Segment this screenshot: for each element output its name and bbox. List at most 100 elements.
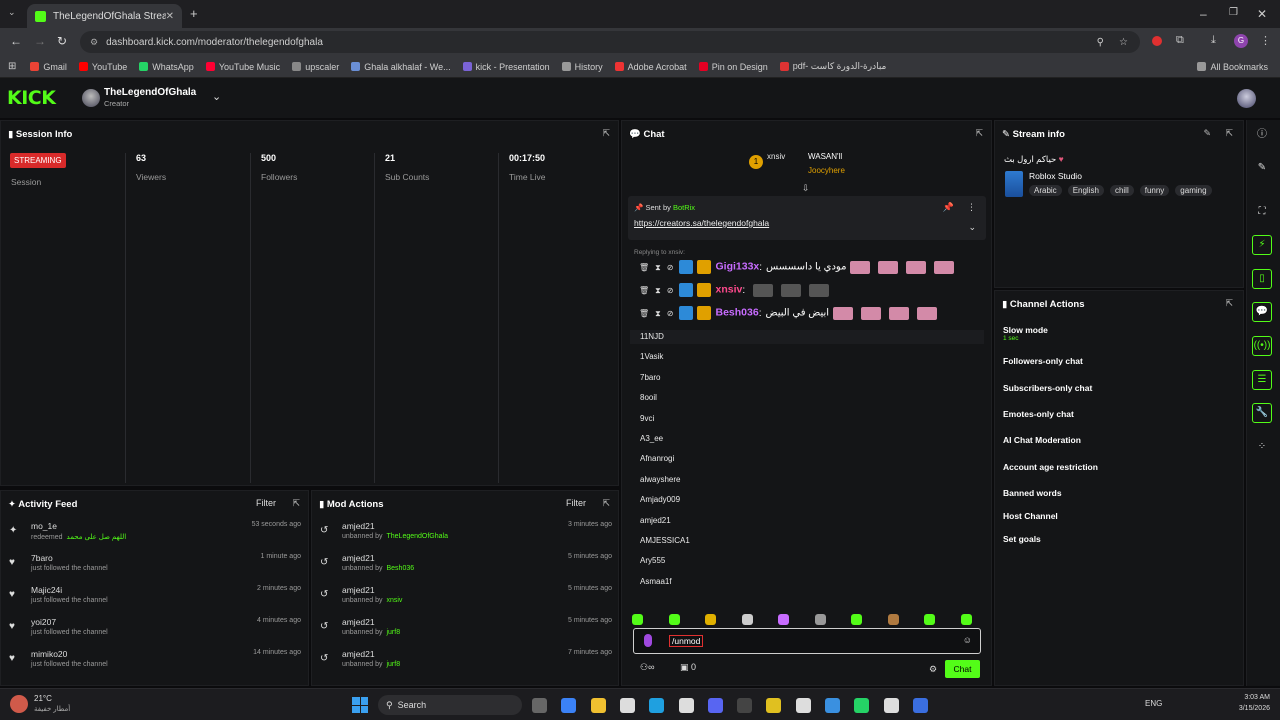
mention-suggestion[interactable]: alwayshere: [640, 473, 680, 487]
chat-username[interactable]: Gigi133x: [715, 261, 759, 273]
chat-message[interactable]: 🗑 ⧗ ⊘ Besh036: ابيض في البيض: [639, 306, 941, 324]
apps-grid-icon[interactable]: ⊞: [8, 61, 16, 72]
activity-item[interactable]: ♥ mimiko20 just followed the channel 14 min…: [9, 649, 301, 681]
popout-icon[interactable]: ⇱: [1225, 128, 1233, 139]
mention-suggestion[interactable]: 9vci: [640, 412, 654, 426]
whatsapp-icon[interactable]: [854, 698, 870, 713]
stream-category[interactable]: Roblox Studio: [1029, 171, 1082, 181]
stream-tag[interactable]: chill: [1109, 185, 1134, 196]
stream-tag[interactable]: gaming: [1175, 185, 1212, 196]
edit-pencil-icon[interactable]: ✎: [1203, 128, 1211, 139]
bookmark-item[interactable]: Ghala alkhalaf - We...: [351, 62, 451, 72]
mod-action-item[interactable]: ↺ amjed21 unbanned by jurf8 7 minutes ago: [320, 649, 612, 681]
phone-icon[interactable]: ▯: [1252, 269, 1272, 289]
fullscreen-icon[interactable]: ⛶: [1255, 205, 1269, 219]
chat-message[interactable]: 🗑 ⧗ ⊘ Gigi133x: مودي يا داسسسس: [639, 260, 958, 278]
expand-icon[interactable]: ⇩: [802, 183, 810, 194]
windows-start-icon[interactable]: [352, 697, 368, 713]
mention-suggestion[interactable]: 11NJD: [630, 330, 984, 344]
mod-actor[interactable]: TheLegendOfGhala: [386, 533, 448, 540]
task-view-icon[interactable]: [532, 698, 547, 713]
broadcast-icon[interactable]: ((•)): [1252, 336, 1272, 356]
extensions-puzzle-icon[interactable]: ⧉: [1176, 34, 1184, 47]
bookmark-item[interactable]: History: [561, 62, 603, 72]
timeout-icon[interactable]: ⧗: [655, 263, 661, 272]
popout-icon[interactable]: ⇱: [975, 128, 983, 139]
chat-settings-icon[interactable]: ⚙: [929, 664, 937, 675]
emote-icon[interactable]: [887, 614, 899, 625]
emote-icon[interactable]: [632, 614, 643, 625]
mention-suggestion[interactable]: Asmaa1f: [640, 575, 672, 589]
timeout-icon[interactable]: ⧗: [655, 309, 661, 318]
emote-icon[interactable]: [960, 614, 972, 625]
mod-target-user[interactable]: amjed21: [342, 617, 375, 627]
pin-icon[interactable]: 📌: [943, 202, 954, 213]
popout-icon[interactable]: ⇱: [1225, 298, 1233, 309]
top-user-3[interactable]: Joocyhere: [808, 166, 845, 175]
profile-avatar[interactable]: G: [1234, 34, 1248, 48]
mod-actor[interactable]: jurf8: [386, 629, 400, 636]
bookmark-item[interactable]: pdf- مبادرة-الدورة كاست: [779, 61, 886, 72]
chat-bubble-icon[interactable]: 💬: [1252, 302, 1272, 322]
mention-suggestion[interactable]: amjed21: [640, 514, 671, 528]
browser-tab[interactable]: TheLegendOfGhala Stream - Ki ✕: [27, 4, 182, 28]
activity-user[interactable]: 7baro: [31, 553, 53, 563]
mention-suggestion[interactable]: 8ooil: [640, 391, 657, 405]
notepad-icon[interactable]: [795, 698, 811, 713]
top-user-1[interactable]: xnsiv: [767, 152, 785, 161]
channel-action-banned-words[interactable]: Banned words›: [1003, 488, 1280, 506]
maximize-icon[interactable]: ❐: [1229, 7, 1238, 18]
channel-action-slow-mode[interactable]: Slow mode1 sec›: [1003, 325, 1280, 343]
file-explorer-icon[interactable]: [590, 698, 606, 713]
download-icon[interactable]: ⤓: [1211, 34, 1216, 47]
bookmark-item[interactable]: Adobe Acrobat: [614, 62, 687, 72]
delete-icon[interactable]: 🗑: [639, 263, 649, 272]
chrome-icon[interactable]: [766, 698, 782, 713]
emote-icon[interactable]: [814, 614, 826, 625]
emote-icon[interactable]: [924, 614, 935, 625]
stream-tag[interactable]: English: [1067, 185, 1104, 196]
bookmark-item[interactable]: All Bookmarks: [1197, 62, 1268, 72]
tab-close-icon[interactable]: ✕: [166, 11, 174, 22]
close-window-icon[interactable]: ✕: [1257, 7, 1267, 21]
mod-action-item[interactable]: ↺ amjed21 unbanned by jurf8 5 minutes ago: [320, 617, 612, 649]
mention-suggestion[interactable]: Ary555: [640, 554, 665, 568]
stream-tag[interactable]: funny: [1139, 185, 1170, 196]
activity-user[interactable]: mimiko20: [31, 649, 67, 659]
chat-input-text[interactable]: /unmod: [669, 635, 704, 647]
chat-message[interactable]: 🗑 ⧗ ⊘ xnsiv:: [639, 283, 833, 301]
popout-icon[interactable]: ⇱: [602, 498, 610, 509]
channel-switcher-chevron-icon[interactable]: ⌄: [212, 90, 221, 103]
info-icon[interactable]: ⓘ: [1255, 128, 1269, 142]
more-icon[interactable]: ⋮: [967, 202, 976, 213]
mod-actor[interactable]: jurf8: [386, 661, 400, 668]
taskbar-search[interactable]: ⚲ Search: [378, 695, 522, 715]
bookmark-item[interactable]: WhatsApp: [139, 62, 194, 72]
channel-action-ai-chat-moderation[interactable]: AI Chat Moderation⇱: [1003, 435, 1280, 453]
bookmark-star-icon[interactable]: ☆: [1119, 37, 1128, 48]
channel-action-account-age-restriction[interactable]: Account age restriction›: [1003, 462, 1280, 480]
mention-suggestion[interactable]: 7baro: [640, 371, 660, 385]
channel-action-followers-only-chat[interactable]: Followers-only chat›: [1003, 356, 1280, 374]
app-icon[interactable]: [912, 698, 928, 713]
bookmark-item[interactable]: Pin on Design: [698, 62, 768, 72]
reload-icon[interactable]: ↻: [57, 34, 67, 48]
clock-date[interactable]: 3/15/2026: [1222, 705, 1270, 712]
activity-item[interactable]: ♥ 7baro just followed the channel 1 minute …: [9, 553, 301, 585]
popout-icon[interactable]: ⇱: [602, 128, 610, 139]
activity-filter-button[interactable]: Filter: [256, 498, 276, 508]
pinned-link[interactable]: https://creators.sa/thelegendofghala: [634, 218, 769, 228]
mention-suggestion[interactable]: AMJESSICA1: [640, 534, 690, 548]
kick-logo[interactable]: KICK: [7, 87, 56, 109]
tab-search-icon[interactable]: ⌄: [8, 7, 16, 18]
emote-icon[interactable]: [705, 614, 716, 625]
bookmark-item[interactable]: Gmail: [30, 62, 67, 72]
calendar-icon[interactable]: [619, 698, 635, 713]
mod-target-user[interactable]: amjed21: [342, 553, 375, 563]
channel-action-host-channel[interactable]: Host Channel: [1003, 511, 1280, 529]
user-avatar[interactable]: [1237, 89, 1256, 108]
channel-action-set-goals[interactable]: Set goals›: [1003, 534, 1280, 552]
bookmark-item[interactable]: upscaler: [292, 62, 339, 72]
edge-icon[interactable]: [649, 698, 665, 713]
zoom-icon[interactable]: ⚲: [1097, 37, 1104, 48]
